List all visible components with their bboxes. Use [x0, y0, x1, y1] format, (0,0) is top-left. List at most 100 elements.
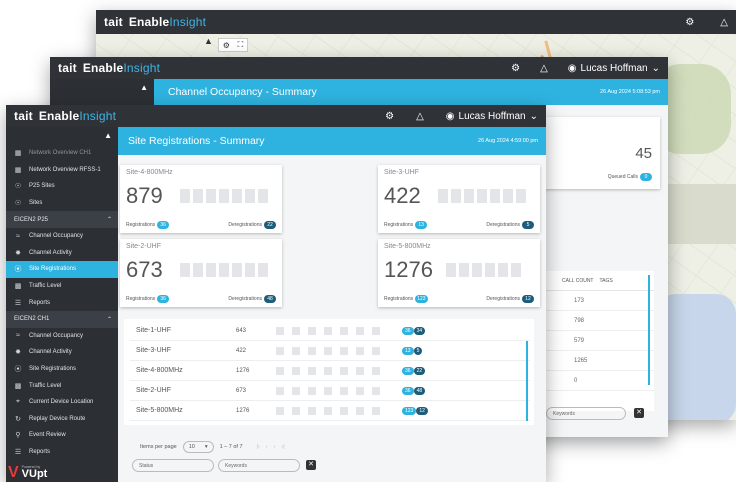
clear-icon[interactable]: ✕: [306, 460, 316, 470]
prev-page-icon[interactable]: ‹: [266, 444, 268, 450]
table-row[interactable]: 0: [544, 371, 654, 391]
sidebar-label: Replay Device Route: [29, 415, 86, 422]
card-name: Site-5-800MHz: [384, 243, 431, 250]
brand-logo: tait EnableInsight: [14, 109, 116, 123]
chevron-up-icon: ⌃: [106, 316, 112, 323]
sidebar-item-channel-activity-ch1[interactable]: ✸ Channel Activity: [6, 344, 118, 361]
sidebar-item-p25-sites[interactable]: ☉ P25 Sites: [6, 178, 118, 195]
table-row[interactable]: 173: [544, 291, 654, 311]
bell-icon[interactable]: △: [540, 63, 548, 74]
sidebar-item-channel-occupancy[interactable]: ≈ Channel Occupancy: [6, 228, 118, 245]
site-card[interactable]: Site-3-UHF 422 Registrations 13 Deregistr…: [378, 165, 540, 233]
list-icon: ☰: [14, 299, 22, 307]
pin-icon[interactable]: ▲: [104, 131, 112, 140]
row-name: Site-5-800MHz: [136, 407, 183, 414]
deregistrations: Deregistrations 12: [486, 295, 534, 303]
sidebar-item-site-registrations-ch1[interactable]: ⦿ Site Registrations: [6, 361, 118, 378]
last-page-icon[interactable]: ›|: [281, 444, 284, 450]
sidebar-label: Site Registrations: [29, 366, 77, 373]
table-row[interactable]: Site-5-800MHz 1276 123 12: [130, 401, 530, 421]
next-page-icon[interactable]: ›: [274, 444, 276, 450]
sidebar-item-replay-device-route[interactable]: ↻ Replay Device Route: [6, 411, 118, 428]
table-row[interactable]: 798: [544, 311, 654, 331]
row-reg-badge: 123: [402, 406, 417, 415]
sidebar-label: Reports: [29, 448, 51, 455]
dereg-label: Deregistrations: [228, 296, 262, 302]
registrations: Registrations 36: [126, 295, 170, 303]
table-row[interactable]: Site-4-800MHz 1276 36 22: [130, 361, 530, 381]
scrollbar[interactable]: [648, 275, 650, 385]
chart-icon: ▩: [14, 283, 22, 291]
bell-icon[interactable]: △: [416, 111, 424, 122]
gear-icon[interactable]: ⚙: [223, 41, 230, 50]
settings-icon[interactable]: ⚙: [511, 63, 520, 74]
reg-label: Registrations: [126, 296, 156, 302]
table-row[interactable]: Site-2-UHF 673 36 48: [130, 381, 530, 401]
user-menu[interactable]: ◉ Lucas Hoffman ⌄: [446, 111, 538, 122]
registrations: Registrations 36: [126, 221, 170, 229]
pin-icon[interactable]: ▲: [204, 36, 213, 46]
activity-icon: ✸: [15, 249, 21, 257]
queued-calls-card: 45 Queued Calls 0: [544, 117, 660, 189]
sidebar-item-channel-activity[interactable]: ✸ Channel Activity: [6, 245, 118, 262]
table-row[interactable]: 579: [544, 331, 654, 351]
row-reg-badge: 36: [402, 386, 414, 395]
sidebar-label: Network Overview CH1: [29, 150, 92, 157]
settings-icon[interactable]: ⚙: [685, 17, 694, 28]
bell-icon[interactable]: △: [720, 17, 728, 28]
sidebar-item-channel-occupancy-ch1[interactable]: ≈ Channel Occupancy: [6, 328, 118, 345]
sidebar-label: Sites: [29, 200, 43, 207]
sidebar-item-current-device-location[interactable]: ⌖ Current Device Location: [6, 394, 118, 411]
table-row[interactable]: 1265: [544, 351, 654, 371]
dereg-label: Deregistrations: [486, 296, 520, 302]
chevron-down-icon: ⌄: [651, 62, 660, 74]
keywords-input[interactable]: Keywords: [546, 407, 626, 420]
caret-down-icon: ▾: [204, 444, 208, 450]
sidebar-item-reports-ch1[interactable]: ☰ Reports: [6, 444, 118, 461]
brand-logo: tait EnableInsight: [58, 61, 160, 75]
sidebar-item-network-overview-rfss[interactable]: ▦ Network Overview RFSS-1: [6, 162, 118, 179]
table-scrollbar[interactable]: [526, 341, 528, 421]
site-card[interactable]: Site-2-UHF 673 Registrations 36 Deregistr…: [120, 239, 282, 307]
expand-icon[interactable]: ⛶: [238, 40, 244, 50]
registrations: Registrations 13: [384, 221, 428, 229]
row-name: Site-2-UHF: [136, 387, 172, 394]
sidebar-item-traffic-level-ch1[interactable]: ▩ Traffic Level: [6, 377, 118, 394]
first-page-icon[interactable]: |‹: [257, 444, 260, 450]
row-count: 422: [236, 347, 247, 354]
table-row[interactable]: Site-3-UHF 422 13 5: [130, 341, 530, 361]
page-title: Channel Occupancy - Summary: [168, 86, 317, 98]
wave-icon: ≈: [16, 232, 20, 240]
sidebar-section-p25[interactable]: EICEN2 P25 ⌃: [6, 211, 118, 228]
sidebar-item-traffic-level[interactable]: ▩ Traffic Level: [6, 278, 118, 295]
sidebar-section-ch1[interactable]: EICEN2 CH1 ⌃: [6, 310, 118, 328]
card-name: Site-2-UHF: [126, 243, 162, 250]
reg-badge: 13: [415, 221, 428, 229]
deregistrations: Deregistrations 48: [228, 295, 276, 303]
chevron-down-icon: ⌄: [529, 110, 538, 122]
map-tools: ▲: [204, 36, 213, 46]
keywords-input[interactable]: Keywords: [218, 459, 300, 472]
card-caption: Queued Calls 0: [608, 173, 652, 181]
sidebar-item-network-overview-ch1[interactable]: ▦ Network Overview CH1: [6, 145, 118, 162]
sidebar-label: P25 Sites: [29, 183, 55, 190]
registrations: Registrations 123: [384, 295, 428, 303]
reg-label: Registrations: [384, 222, 414, 228]
map-toolbar: ⚙ ⛶: [218, 38, 248, 52]
status-select[interactable]: Status: [132, 459, 214, 472]
site-card[interactable]: Site-5-800MHz 1276 Registrations 123 Dere…: [378, 239, 540, 307]
sidebar-item-reports[interactable]: ☰ Reports: [6, 294, 118, 311]
pin-icon[interactable]: ▲: [140, 83, 148, 92]
sidebar-item-event-review[interactable]: ⚲ Event Review: [6, 427, 118, 444]
sidebar-item-sites[interactable]: ☉ Sites: [6, 195, 118, 212]
items-per-page-select[interactable]: 10 ▾: [182, 441, 214, 453]
clear-icon[interactable]: ✕: [634, 408, 644, 418]
table-row[interactable]: Site-1-UHF 643 36 34: [130, 321, 530, 341]
row-dereg-badge: 22: [413, 366, 426, 375]
sidebar-item-site-registrations[interactable]: ⦿ Site Registrations: [6, 261, 118, 278]
sidebar-label: Channel Occupancy: [29, 332, 84, 339]
site-card[interactable]: Site-4-800MHz 879 Registrations 36 Deregi…: [120, 165, 282, 233]
row-count: 1276: [236, 407, 250, 414]
user-menu[interactable]: ◉ Lucas Hoffman ⌄: [568, 63, 660, 74]
settings-icon[interactable]: ⚙: [385, 111, 394, 122]
